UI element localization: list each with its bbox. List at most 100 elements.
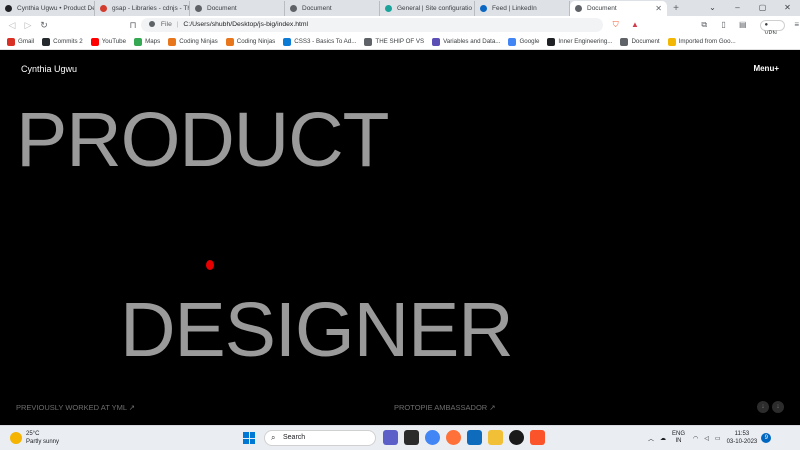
close-window-button[interactable]: ✕	[775, 0, 800, 16]
time: 11:53	[734, 431, 750, 437]
bookmark-label: Commits 2	[53, 38, 83, 45]
bookmark-label: THE SHIP OF VS	[375, 38, 425, 45]
browser-tab[interactable]: gsap - Libraries - cdnjs - Th	[95, 1, 190, 16]
back-button[interactable]: ◁	[5, 18, 19, 32]
camera-icon[interactable]	[404, 430, 419, 445]
chrome-icon[interactable]	[425, 430, 440, 445]
scroll-arrows: ↓ ↓	[757, 401, 784, 413]
volume-icon[interactable]: ◁	[704, 435, 709, 442]
address-bar[interactable]: File | C:/Users/shubh/Desktop/js-big/ind…	[141, 18, 603, 32]
temperature: 25°C	[26, 431, 40, 437]
bookmark-item[interactable]: Imported from Goo...	[667, 37, 736, 46]
search-placeholder: Search	[283, 434, 306, 441]
cloud-icon[interactable]: ☁	[660, 435, 666, 442]
previous-work-link[interactable]: PREVIOUSLY WORKED AT YML ↗	[16, 403, 135, 412]
bookmark-item[interactable]: Document	[620, 37, 660, 46]
bookmark-item[interactable]: Coding Ninjas	[225, 37, 276, 46]
file-label: File	[160, 21, 172, 28]
arrow-down-icon[interactable]: ↓	[772, 401, 784, 413]
vpn-button[interactable]: ● VPN	[760, 19, 786, 37]
battery-icon[interactable]: ▭	[715, 435, 721, 442]
bookmark-item[interactable]: Variables and Data...	[432, 37, 500, 46]
gmail-icon	[7, 37, 15, 46]
chevron-down-icon[interactable]: ⌄	[700, 0, 725, 16]
store-icon[interactable]	[467, 430, 482, 445]
weather-widget[interactable]: 25°C Partly sunny	[10, 430, 59, 446]
browser-tab[interactable]: Document	[190, 1, 285, 16]
globe-icon	[620, 37, 629, 46]
bookmark-item[interactable]: YouTube	[90, 37, 126, 46]
folder-icon	[667, 37, 676, 46]
weather-sun-icon	[10, 432, 22, 444]
custom-cursor	[206, 260, 214, 270]
windows-start-icon[interactable]	[243, 432, 255, 444]
language-indicator[interactable]: ENG IN	[672, 431, 685, 445]
edge-icon	[283, 37, 292, 46]
wallet-icon[interactable]: ▤	[737, 19, 748, 31]
bookmark-item[interactable]: Commits 2	[42, 37, 83, 46]
taskbar-search[interactable]: ⌕ Search	[264, 430, 376, 446]
bookmark-item[interactable]: THE SHIP OF VS	[364, 37, 425, 46]
menu-button[interactable]: Menu+	[753, 64, 779, 73]
chevron-up-icon[interactable]: ︿	[648, 434, 654, 443]
new-tab-button[interactable]: +	[667, 1, 685, 16]
web-page: Cynthia Ugwu Menu+ PRODUCT DESIGNER PREV…	[0, 50, 800, 425]
extensions-icon[interactable]: ⧉	[699, 19, 710, 31]
wifi-icon[interactable]: ◠	[693, 435, 698, 442]
hero-heading-line-1: PRODUCT	[16, 97, 390, 183]
bookmark-label: CSS3 - Basics To Ad...	[294, 38, 357, 45]
tab-favicon-icon	[290, 5, 297, 12]
browser-tab[interactable]: Cynthia Ugwu • Product De	[0, 1, 95, 16]
sidebar-icon[interactable]: ▯	[718, 19, 729, 31]
bookmark-item[interactable]: Google	[508, 37, 540, 46]
tab-title: General | Site configuratio	[397, 5, 473, 12]
browser-toolbar: ◁ ▷ ↻ ⊓ File | C:/Users/shubh/Desktop/js…	[0, 16, 800, 37]
browser-tab[interactable]: General | Site configuratio	[380, 1, 475, 16]
maximize-button[interactable]: ▢	[750, 0, 775, 16]
brave-shield-icon[interactable]: ⛉	[610, 19, 621, 31]
teams-icon[interactable]	[383, 430, 398, 445]
weather-condition: Partly sunny	[26, 439, 60, 445]
url-text[interactable]: C:/Users/shubh/Desktop/js-big/index.html	[183, 21, 308, 28]
tab-favicon-icon	[195, 5, 202, 12]
brave-rewards-icon[interactable]: ▲	[629, 19, 640, 31]
bookmark-item[interactable]: Inner Engineering...	[547, 37, 613, 46]
bookmark-item[interactable]: Coding Ninjas	[168, 37, 218, 46]
browser-tab[interactable]: Document	[285, 1, 380, 16]
close-tab-icon[interactable]: ✕	[655, 1, 662, 16]
maps-icon	[134, 37, 143, 46]
coding-ninjas-icon	[168, 37, 177, 46]
menu-icon[interactable]: ≡	[791, 19, 800, 31]
globe-icon	[364, 37, 373, 46]
bookmark-label: Coding Ninjas	[236, 38, 276, 45]
toolbar-right: ⛉ ▲ ⧉ ▯ ▤ ● VPN ≡	[610, 18, 800, 37]
tab-favicon-icon	[100, 5, 107, 12]
minimize-button[interactable]: –	[725, 0, 750, 16]
dell-icon[interactable]	[509, 430, 524, 445]
bookmark-icon[interactable]: ⊓	[126, 18, 140, 32]
bookmark-item[interactable]: CSS3 - Basics To Ad...	[283, 37, 357, 46]
brave-browser-icon[interactable]	[530, 430, 545, 445]
arrow-down-icon[interactable]: ↓	[757, 401, 769, 413]
taskbar-apps	[383, 430, 545, 445]
bookmark-label: Inner Engineering...	[558, 38, 613, 45]
reload-button[interactable]: ↻	[37, 18, 51, 32]
hero-heading-line-2: DESIGNER	[120, 287, 514, 373]
bookmark-item[interactable]: Gmail	[7, 37, 34, 46]
bookmark-item[interactable]: Maps	[134, 37, 160, 46]
bookmark-label: Google	[519, 38, 540, 45]
browser-tab-bar: Cynthia Ugwu • Product De gsap - Librarie…	[0, 0, 800, 16]
protopie-link[interactable]: PROTOPIE AMBASSADOR ↗	[394, 403, 496, 412]
clock[interactable]: 11:53 03-10-2023	[727, 430, 758, 446]
region-code: IN	[675, 438, 682, 444]
site-brand[interactable]: Cynthia Ugwu	[21, 64, 77, 74]
notification-badge[interactable]: 9	[761, 433, 772, 443]
firefox-icon[interactable]	[446, 430, 461, 445]
tab-favicon-icon	[5, 5, 12, 12]
tab-favicon-icon	[385, 5, 392, 12]
browser-tab[interactable]: Feed | LinkedIn	[475, 1, 570, 16]
site-info-icon[interactable]	[149, 21, 155, 28]
forward-button[interactable]: ▷	[21, 18, 35, 32]
file-explorer-icon[interactable]	[488, 430, 503, 445]
browser-tab[interactable]: Document ✕	[570, 1, 667, 16]
